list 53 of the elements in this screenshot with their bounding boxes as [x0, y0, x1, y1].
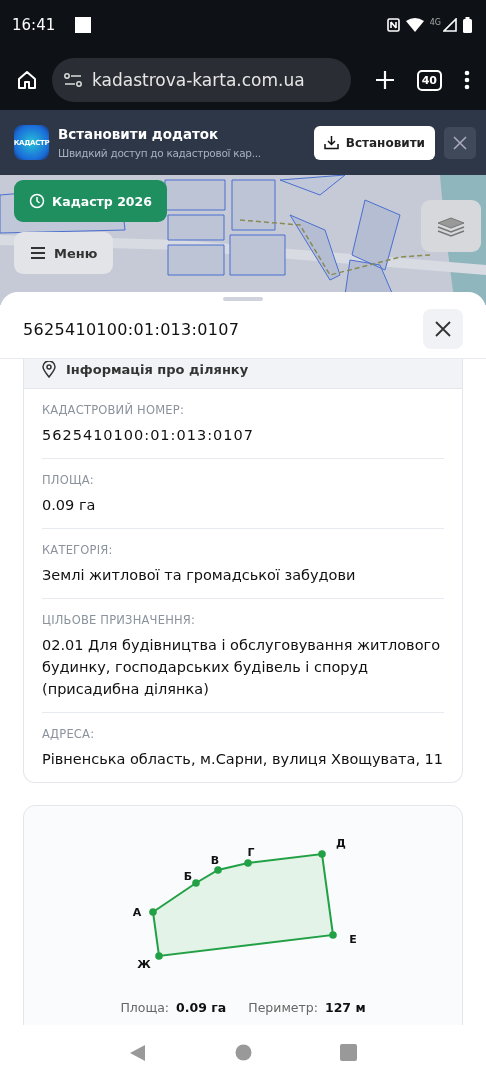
close-icon: [435, 321, 451, 337]
clock-icon: [29, 193, 45, 209]
field-value: Землі житлової та громадської забудови: [42, 566, 357, 585]
stat-value: 127 м: [324, 1000, 366, 1015]
cadastre-year-button[interactable]: Кадастр 2026: [14, 180, 167, 222]
location-pin-icon: [42, 361, 56, 378]
field-label: КАДАСТРОВИЙ НОМЕР:: [42, 403, 185, 417]
back-icon[interactable]: [129, 1043, 147, 1062]
address-bar[interactable]: kadastrova-karta.com.ua: [52, 58, 351, 102]
battery-icon: [463, 17, 472, 33]
stat-label: Периметр:: [248, 1000, 318, 1015]
clock: 16:41: [12, 16, 56, 34]
site-settings-icon[interactable]: [64, 73, 82, 87]
field-label: ЦІЛЬОВЕ ПРИЗНАЧЕННЯ:: [42, 613, 197, 627]
drag-handle[interactable]: [223, 297, 263, 301]
field-value: 0.09 га: [42, 496, 97, 515]
menu-button[interactable]: Меню: [14, 232, 114, 274]
vertex-label: Д: [336, 837, 346, 850]
card-title: Інформація про ділянку: [66, 362, 249, 377]
home-icon[interactable]: [16, 69, 38, 91]
parcel-title: 5625410100:01:013:0107: [23, 319, 240, 339]
field-label: ПЛОЩА:: [42, 473, 95, 487]
field-label: АДРЕСА:: [42, 727, 96, 741]
notification-icon: [75, 17, 92, 33]
vertex-label: А: [132, 906, 142, 919]
wifi-icon: [405, 18, 424, 32]
vertex-label: Е: [349, 933, 357, 946]
network-type: 4G: [429, 18, 441, 27]
field-value: Рівненська область, м.Сарни, вулиця Хвощувата, 11: [42, 750, 444, 769]
vertex-label: Ж: [137, 958, 151, 971]
download-icon: [323, 135, 339, 150]
menu-icon: [30, 246, 46, 260]
close-button[interactable]: [444, 126, 476, 159]
layers-button[interactable]: [421, 200, 481, 252]
stat-value: 0.09 га: [176, 1000, 227, 1015]
tab-count-button[interactable]: 40: [416, 69, 442, 91]
nfc-icon: [386, 18, 400, 32]
banner-subtitle: Швидкий доступ до кадастрової кар...: [58, 147, 262, 159]
vertex-label: В: [210, 854, 220, 867]
new-tab-icon[interactable]: [374, 70, 395, 90]
field-value: 5625410100:01:013:0107: [42, 426, 255, 445]
close-button[interactable]: [423, 309, 463, 349]
field-label: КАТЕГОРІЯ:: [42, 543, 114, 557]
vertex-label: Г: [247, 846, 255, 859]
banner-title: Встановити додаток: [58, 126, 220, 142]
close-icon: [453, 135, 467, 150]
install-button[interactable]: Встановити: [313, 125, 435, 160]
field-value: 02.01 Для будівництва і обслуговування житлового будинку, господарських будівель і споруд (присадибна ділянка): [42, 636, 442, 699]
stat-label: Площа:: [120, 1000, 170, 1015]
url-text: kadastrova-karta.com.ua: [92, 70, 305, 90]
more-icon[interactable]: [464, 70, 470, 90]
signal-icon: [443, 18, 457, 32]
vertex-label: Б: [183, 870, 193, 883]
